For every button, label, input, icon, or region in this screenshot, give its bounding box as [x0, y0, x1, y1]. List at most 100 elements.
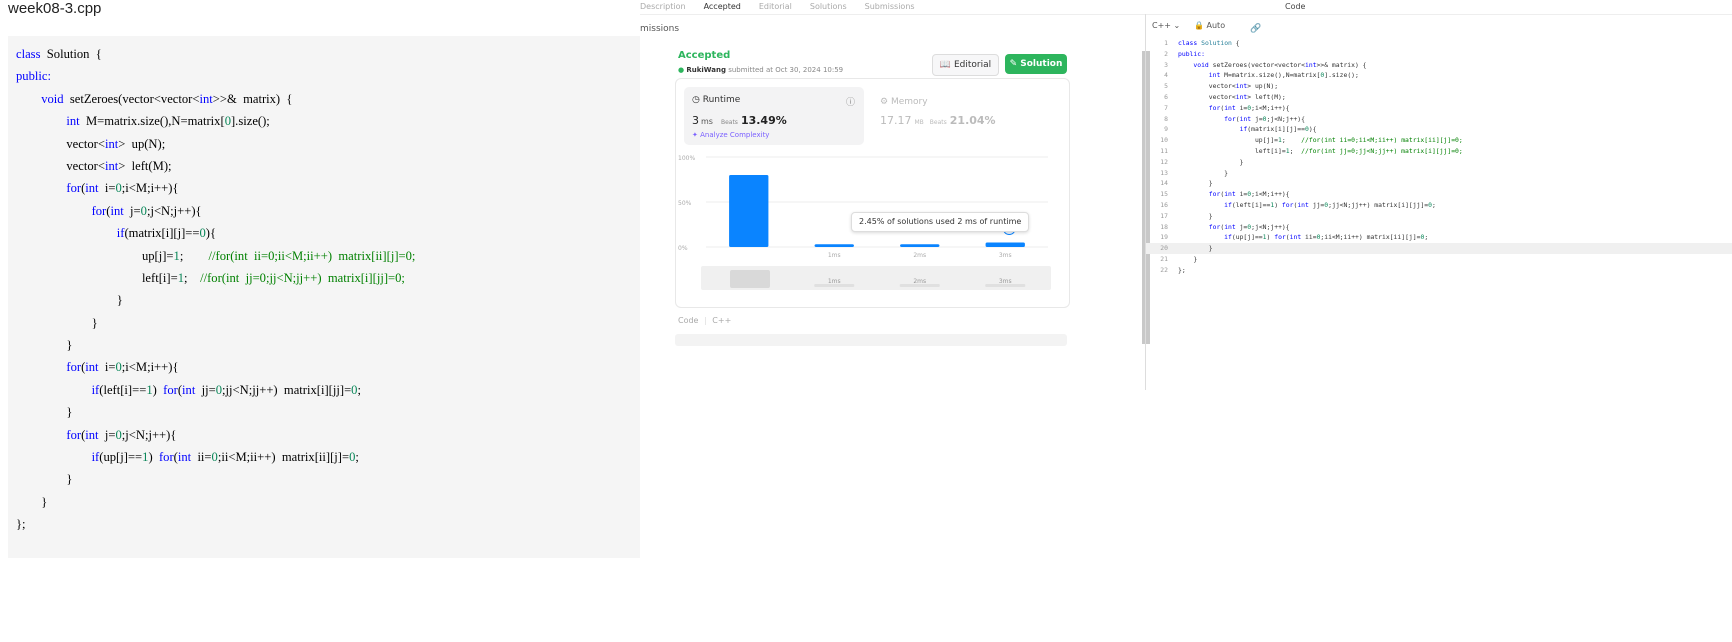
line-text: if(left[i]==1) for(int jj=0;jj<N;jj++) m… — [1178, 200, 1436, 211]
code-token: (up[j]== — [1231, 233, 1263, 242]
code-line: } — [16, 289, 640, 311]
runtime-unit: ms — [701, 117, 713, 126]
editor-line[interactable]: 6 vector<int> left(M); — [1146, 92, 1732, 103]
editor-line[interactable]: 21 } — [1146, 254, 1732, 265]
language-select[interactable]: C++ ⌄ — [1152, 21, 1180, 30]
code-token: ; — [357, 382, 361, 397]
line-text: for(int j=0;j<N;j++){ — [1178, 114, 1305, 125]
tab-code[interactable]: Code — [1285, 2, 1305, 11]
line-number: 17 — [1160, 211, 1168, 220]
line-text: } — [1178, 243, 1213, 254]
code-token: } — [1178, 244, 1213, 253]
editor-line[interactable]: 16 if(left[i]==1) for(int jj=0;jj<N;jj++… — [1146, 200, 1732, 211]
analyze-complexity-link[interactable]: ✦ Analyze Complexity — [692, 131, 769, 139]
code-token: int — [85, 360, 99, 375]
editor-line[interactable]: 2 public: — [1146, 49, 1732, 60]
editor-line[interactable]: 13 } — [1146, 168, 1732, 179]
code-token: ;i<M;i++){ — [121, 181, 179, 196]
chart-bar — [729, 175, 769, 247]
code-line: left[i]=1; //for(int jj=0;jj<N;jj++) mat… — [16, 267, 640, 289]
info-icon[interactable]: ⓘ — [846, 95, 855, 108]
tab-submissions[interactable]: Submissions — [865, 2, 915, 11]
y-tick-label: 50% — [678, 200, 692, 207]
code-token: //for(int jj=0;jj<N;jj++) matrix[i][jj]=… — [1301, 146, 1463, 155]
editor-line[interactable]: 17 } — [1146, 211, 1732, 222]
code-token: } — [1178, 179, 1213, 188]
editor-line[interactable]: 19 if(up[j]==1) for(int ii=0;ii<M;ii++) … — [1146, 232, 1732, 243]
code-line: } — [16, 468, 640, 490]
code-token: ; — [355, 450, 359, 465]
code-token: ;j<N;j++){ — [1251, 222, 1290, 231]
code-line: if(matrix[i][j]==0){ — [16, 222, 640, 244]
code-token: } — [16, 338, 73, 353]
editor-line[interactable]: 14 } — [1146, 178, 1732, 189]
code-token: left[i]= — [1178, 146, 1286, 155]
file-title: week08-3.cpp — [8, 0, 102, 17]
code-token: int — [1304, 60, 1317, 69]
code-token: } — [1178, 211, 1213, 220]
code-line: public: — [16, 65, 640, 87]
clock-icon: ◷ — [692, 95, 700, 105]
code-token: j= — [1235, 222, 1248, 231]
editor-line[interactable]: 20 } — [1146, 243, 1732, 254]
runtime-box[interactable]: ◷ Runtime ⓘ 3 ms Beats 13.49% ✦ Analyze Com… — [684, 87, 864, 145]
lock-icon: 🔒 — [1194, 21, 1204, 30]
memory-label[interactable]: ⚙ Memory — [880, 97, 928, 107]
editor-line[interactable]: 3 void setZeroes(vector<vector<int>>& ma… — [1146, 60, 1732, 71]
code-line: void setZeroes(vector<vector<int>>& matr… — [16, 88, 640, 110]
code-token: class — [1178, 39, 1198, 47]
stats-card: ◷ Runtime ⓘ 3 ms Beats 13.49% ✦ Analyze Com… — [675, 78, 1070, 308]
code-line: } — [16, 491, 640, 513]
code-token: ;i<M;i++){ — [1251, 190, 1290, 199]
x-tick-label: 1ms — [828, 252, 841, 259]
line-number: 2 — [1164, 49, 1168, 58]
code-token: for — [1274, 233, 1286, 242]
memory-label-text: Memory — [890, 97, 928, 107]
code-token: if — [1224, 200, 1232, 209]
editor-line[interactable]: 11 left[i]=1; //for(int jj=0;jj<N;jj++) … — [1146, 146, 1732, 157]
editor-line[interactable]: 7 for(int i=0;i<M;i++){ — [1146, 103, 1732, 114]
editor-line[interactable]: 15 for(int i=0;i<M;i++){ — [1146, 189, 1732, 200]
tab-description[interactable]: Description — [640, 2, 686, 11]
code-token: > left(M); — [118, 158, 172, 173]
y-tick-label: 100% — [678, 155, 695, 162]
editor-line[interactable]: 22}; — [1146, 265, 1732, 276]
avatar[interactable]: ● — [678, 66, 684, 74]
code-token: Solution — [1201, 39, 1232, 47]
code-token: >>& matrix) { — [212, 91, 293, 106]
code-token: int — [1235, 92, 1248, 101]
minimap-label: 3ms — [999, 278, 1012, 285]
autocomplete-toggle[interactable]: 🔒 Auto — [1194, 21, 1225, 30]
code-line: if(left[i]==1) for(int jj=0;jj<N;jj++) m… — [16, 379, 640, 401]
editor-line[interactable]: 10 up[j]=1; //for(int ii=0;ii<M;ii++) ma… — [1146, 135, 1732, 146]
chart-tooltip: 2.45% of solutions used 2 ms of runtime — [851, 212, 1030, 232]
author-name[interactable]: RukiWang — [686, 66, 726, 74]
code-editor[interactable]: 1 class Solution {2 public: 3 void setZeroe… — [1146, 38, 1732, 276]
code-token: (left[i]== — [99, 382, 147, 397]
editor-line[interactable]: 9 if(matrix[i][j]==0){ — [1146, 124, 1732, 135]
code-token: ;j<N;j++){ — [146, 203, 202, 218]
tab-solutions[interactable]: Solutions — [810, 2, 847, 11]
tab-accepted[interactable]: Accepted — [704, 2, 741, 11]
solution-button[interactable]: ✎ Solution — [1005, 54, 1067, 74]
line-text: for(int i=0;i<M;i++){ — [1178, 103, 1290, 114]
editor-line[interactable]: 18 for(int j=0;j<N;j++){ — [1146, 222, 1732, 233]
tab-editorial[interactable]: Editorial — [759, 2, 792, 11]
sparkle-icon: ✦ — [692, 131, 698, 139]
submitted-time: submitted at Oct 30, 2024 10:59 — [728, 66, 844, 74]
editor-line[interactable]: 4 int M=matrix.size(),N=matrix[0].size()… — [1146, 70, 1732, 81]
line-number: 13 — [1160, 168, 1168, 177]
code-line: for(int i=0;i<M;i++){ — [16, 356, 640, 378]
editor-line[interactable]: 1 class Solution { — [1146, 38, 1732, 49]
line-number: 7 — [1164, 103, 1168, 112]
code-token: int — [1208, 71, 1221, 80]
code-token: for — [1224, 114, 1236, 123]
editor-line[interactable]: 12 } — [1146, 157, 1732, 168]
line-number: 21 — [1160, 254, 1168, 263]
editor-line[interactable]: 8 for(int j=0;j<N;j++){ — [1146, 114, 1732, 125]
editor-line[interactable]: 5 vector<int> up(N); — [1146, 81, 1732, 92]
code-token: { — [1231, 39, 1240, 47]
editorial-button[interactable]: 📖 Editorial — [932, 54, 999, 76]
